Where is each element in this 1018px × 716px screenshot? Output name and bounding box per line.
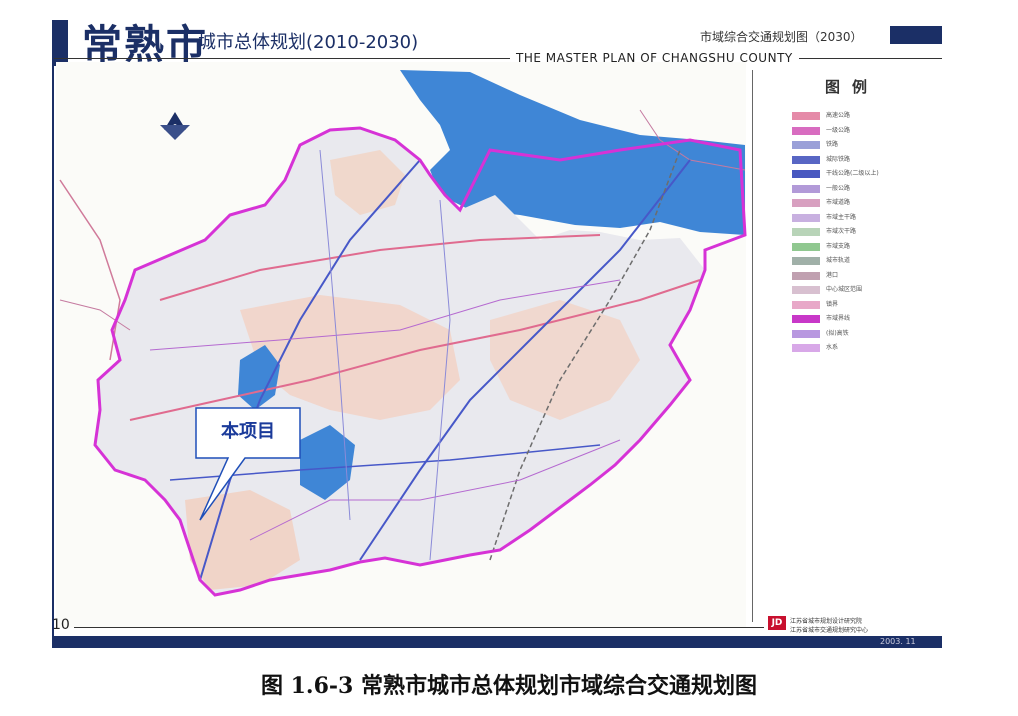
legend-swatch bbox=[792, 257, 820, 265]
legend-swatch bbox=[792, 300, 820, 309]
legend-label: 水系 bbox=[826, 344, 839, 351]
legend-label: 干线公路(二级以上) bbox=[826, 170, 879, 177]
footer-date: 2003. 11 bbox=[880, 637, 916, 646]
legend-label: 市域次干路 bbox=[826, 228, 857, 235]
legend-swatch bbox=[792, 242, 820, 251]
legend-swatch bbox=[792, 184, 820, 193]
legend-label: 港口 bbox=[826, 271, 839, 279]
institute-name-1: 江苏省城市规划设计研究院 bbox=[790, 618, 863, 625]
legend-swatch bbox=[792, 155, 820, 164]
legend-swatch bbox=[792, 141, 820, 149]
legend-swatch bbox=[792, 344, 820, 352]
footer-rule bbox=[74, 627, 764, 628]
project-callout-label: 本项目 bbox=[221, 421, 275, 442]
legend-label: 市域界线 bbox=[826, 315, 851, 322]
legend-swatch bbox=[792, 126, 820, 135]
legend-label: 镇界 bbox=[826, 300, 839, 308]
legend-label: 城市轨道 bbox=[826, 257, 851, 264]
legend-label: 中心城区范围 bbox=[826, 286, 863, 293]
legend-swatch bbox=[792, 213, 820, 222]
legend-label: 铁路 bbox=[826, 141, 839, 148]
footer-bar bbox=[52, 636, 942, 648]
legend-label: 一级公路 bbox=[826, 126, 851, 134]
legend-label: 高速公路 bbox=[826, 112, 851, 119]
legend-swatch bbox=[792, 170, 820, 178]
legend-swatch bbox=[792, 271, 820, 280]
page-number: 10 bbox=[52, 617, 70, 633]
legend-swatch bbox=[792, 112, 820, 120]
legend-label: 城际铁路 bbox=[826, 155, 851, 163]
compass-arms bbox=[160, 125, 190, 140]
legend-swatch bbox=[792, 228, 820, 236]
legend-swatch bbox=[792, 315, 820, 323]
legend-title: 图例 bbox=[825, 78, 880, 96]
legend-label: 一般公路 bbox=[826, 184, 851, 192]
legend-label: (拟)高铁 bbox=[826, 329, 849, 337]
legend-swatch bbox=[792, 329, 820, 338]
legend-label: 市域主干路 bbox=[826, 213, 857, 221]
road-west-ext bbox=[59, 179, 121, 361]
legend-swatch bbox=[792, 286, 820, 294]
legend-label: 市域道路 bbox=[826, 199, 851, 206]
legend-label: 市域支路 bbox=[826, 242, 851, 250]
institute-name-2: 江苏省城市交通规划研究中心 bbox=[790, 627, 869, 634]
institute-logo: JD bbox=[768, 616, 786, 630]
legend-swatch bbox=[792, 199, 820, 207]
figure-caption: 图 1.6-3 常熟市城市总体规划市域综合交通规划图 bbox=[260, 673, 758, 699]
